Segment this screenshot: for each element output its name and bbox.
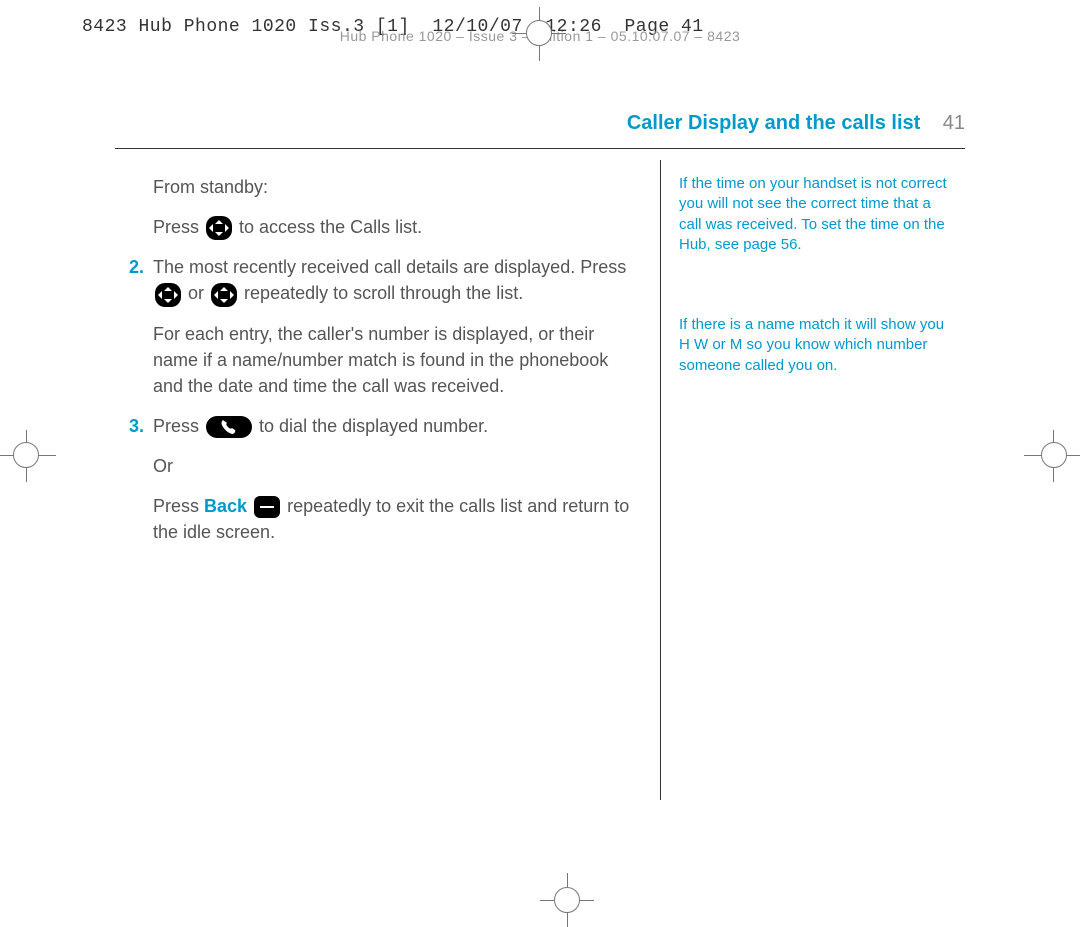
step-1-line: Press to access the Calls list. bbox=[153, 214, 632, 240]
text: or bbox=[188, 283, 209, 303]
side-note-name-match: If there is a name match it will show yo… bbox=[679, 315, 954, 376]
nav-key-icon bbox=[211, 283, 237, 307]
text: repeatedly to scroll through the list. bbox=[244, 283, 523, 303]
text: Press bbox=[153, 416, 204, 436]
section-title: Caller Display and the calls list bbox=[627, 112, 920, 134]
text: Press bbox=[153, 496, 204, 516]
entry-description: For each entry, the caller's number is d… bbox=[153, 321, 632, 399]
side-column: If the time on your handset is not corre… bbox=[661, 160, 965, 813]
main-column: From standby: Press to access the Calls … bbox=[115, 160, 660, 813]
nav-key-icon bbox=[155, 283, 181, 307]
intro-line: From standby: bbox=[153, 174, 632, 200]
text: Press bbox=[153, 217, 204, 237]
step-number-2: 2. bbox=[129, 254, 144, 280]
step-3: 3. Press to dial the displayed number. bbox=[153, 413, 632, 439]
back-key-icon bbox=[254, 496, 280, 518]
header-rule bbox=[115, 148, 965, 149]
or-line: Or bbox=[153, 453, 632, 479]
step-number-3: 3. bbox=[129, 413, 144, 439]
text: The most recently received call details … bbox=[153, 257, 626, 277]
content-area: From standby: Press to access the Calls … bbox=[115, 160, 965, 813]
step-2: 2. The most recently received call detai… bbox=[153, 254, 632, 306]
nav-key-icon bbox=[206, 216, 232, 240]
text: to dial the displayed number. bbox=[259, 416, 488, 436]
back-line: Press Back repeatedly to exit the calls … bbox=[153, 493, 632, 545]
side-note-time: If the time on your handset is not corre… bbox=[679, 174, 954, 255]
call-key-icon bbox=[206, 416, 252, 438]
page-number: 41 bbox=[943, 112, 965, 134]
text: to access the Calls list. bbox=[239, 217, 422, 237]
page-header: Caller Display and the calls list 41 bbox=[627, 112, 965, 135]
back-label: Back bbox=[204, 496, 247, 516]
